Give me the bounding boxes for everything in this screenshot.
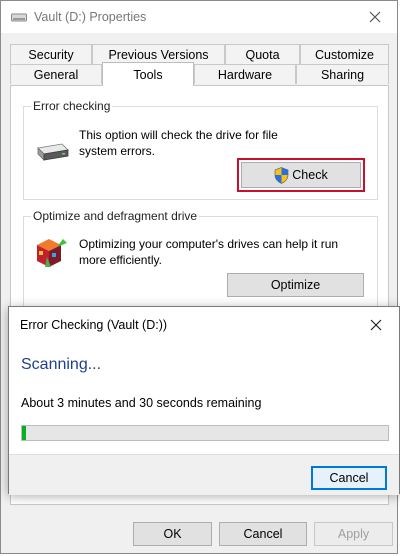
optimize-title: Optimize and defragment drive bbox=[31, 209, 200, 223]
drive-icon bbox=[11, 13, 27, 22]
defrag-icon bbox=[37, 239, 67, 267]
tab-quota[interactable]: Quota bbox=[225, 44, 300, 64]
tab-tools[interactable]: Tools bbox=[102, 62, 194, 86]
error-checking-dialog: Error Checking (Vault (D:)) Scanning... … bbox=[8, 306, 400, 495]
error-checking-description: This option will check the drive for fil… bbox=[79, 128, 278, 158]
window-close-button[interactable] bbox=[353, 1, 397, 33]
dialog-title: Error Checking (Vault (D:)) bbox=[20, 318, 168, 332]
dialog-close-button[interactable] bbox=[353, 307, 399, 343]
dialog-footer: Cancel bbox=[9, 454, 399, 495]
optimize-group: Optimize and defragment drive Optimizing… bbox=[23, 209, 378, 316]
uac-shield-icon bbox=[274, 166, 289, 184]
tab-security[interactable]: Security bbox=[10, 44, 92, 64]
ok-button[interactable]: OK bbox=[133, 522, 212, 546]
tab-strip: Security Previous Versions Quota Customi… bbox=[10, 44, 389, 86]
tab-general[interactable]: General bbox=[10, 64, 102, 84]
titlebar: Vault (D:) Properties bbox=[1, 1, 397, 33]
scan-progress-bar bbox=[21, 425, 389, 441]
close-icon bbox=[369, 11, 381, 23]
window-title: Vault (D:) Properties bbox=[34, 10, 147, 24]
dialog-cancel-button[interactable]: Cancel bbox=[311, 466, 387, 490]
apply-button[interactable]: Apply bbox=[314, 522, 393, 546]
tab-sharing[interactable]: Sharing bbox=[296, 64, 389, 84]
scanning-heading: Scanning... bbox=[21, 356, 102, 373]
error-checking-title: Error checking bbox=[31, 99, 113, 113]
check-button[interactable]: Check bbox=[241, 162, 361, 188]
progress-fill bbox=[22, 426, 26, 440]
hard-drive-icon bbox=[37, 143, 69, 161]
close-icon bbox=[370, 319, 382, 331]
tab-previous-versions[interactable]: Previous Versions bbox=[92, 44, 225, 64]
tab-customize[interactable]: Customize bbox=[300, 44, 389, 64]
tab-hardware[interactable]: Hardware bbox=[194, 64, 296, 84]
optimize-description: Optimizing your computer's drives can he… bbox=[79, 237, 339, 267]
cancel-button[interactable]: Cancel bbox=[219, 522, 307, 546]
optimize-button[interactable]: Optimize bbox=[227, 273, 364, 297]
time-remaining-text: About 3 minutes and 30 seconds remaining bbox=[21, 396, 262, 410]
